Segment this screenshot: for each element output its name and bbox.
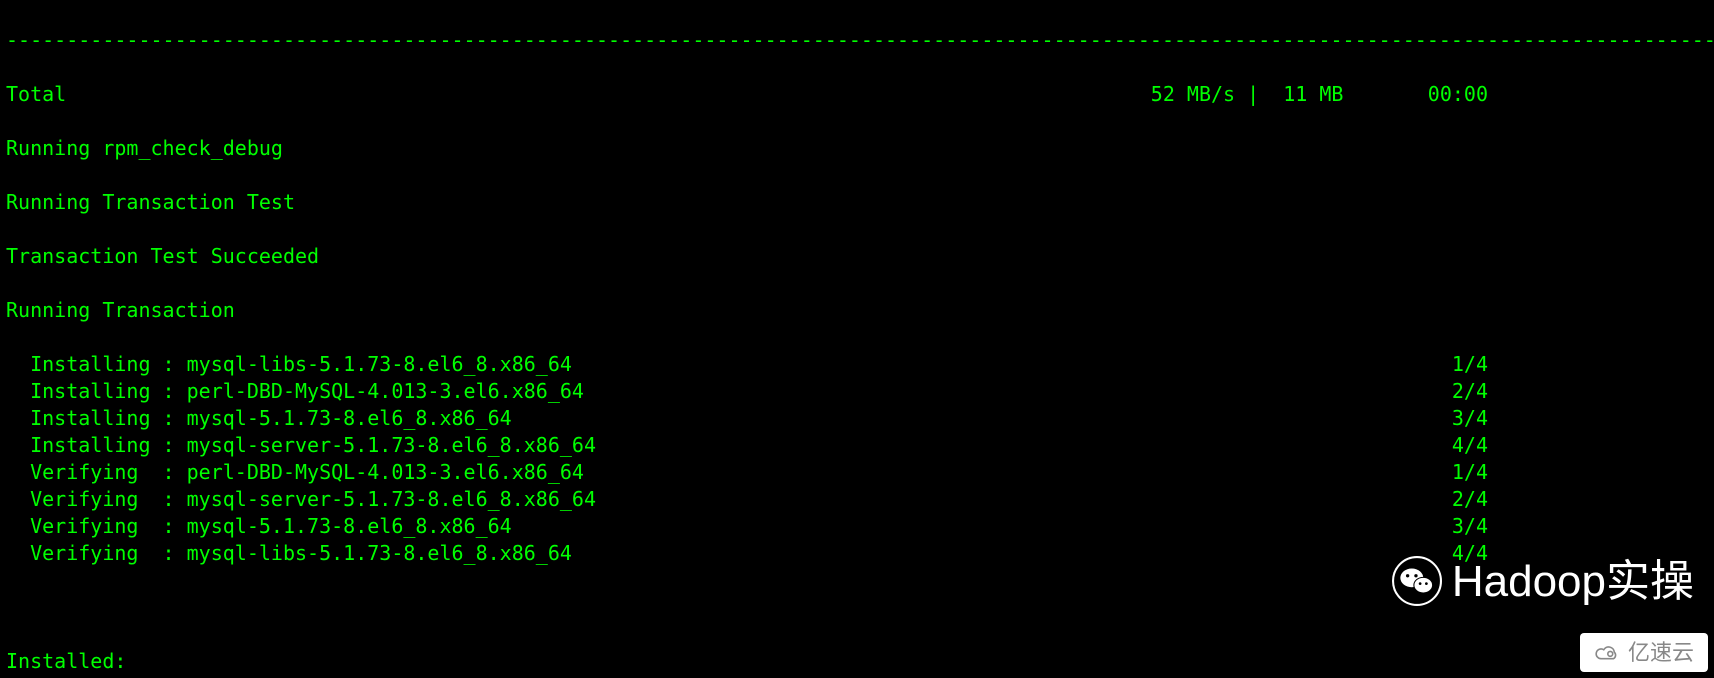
total-stats: 52 MB/s | 11 MB 00:00 bbox=[1151, 81, 1708, 108]
step-left: Verifying : mysql-server-5.1.73-8.el6_8.… bbox=[6, 486, 596, 513]
wechat-icon bbox=[1392, 556, 1442, 606]
yisu-logo: 亿速云 bbox=[1580, 633, 1708, 672]
transaction-step: Verifying : mysql-5.1.73-8.el6_8.x86_64 3… bbox=[6, 513, 1708, 540]
step-count: 4/4 bbox=[1452, 432, 1708, 459]
status-line: Running Transaction Test bbox=[6, 189, 1708, 216]
step-left: Verifying : mysql-5.1.73-8.el6_8.x86_64 bbox=[6, 513, 512, 540]
cloud-icon bbox=[1594, 640, 1620, 666]
step-count: 1/4 bbox=[1452, 459, 1708, 486]
yisu-text: 亿速云 bbox=[1628, 639, 1694, 666]
transaction-step: Installing : mysql-libs-5.1.73-8.el6_8.x… bbox=[6, 351, 1708, 378]
step-left: Installing : mysql-libs-5.1.73-8.el6_8.x… bbox=[6, 351, 572, 378]
step-left: Installing : perl-DBD-MySQL-4.013-3.el6.… bbox=[6, 378, 584, 405]
step-count: 3/4 bbox=[1452, 513, 1708, 540]
transaction-step: Installing : perl-DBD-MySQL-4.013-3.el6.… bbox=[6, 378, 1708, 405]
step-count: 1/4 bbox=[1452, 351, 1708, 378]
total-label: Total bbox=[6, 81, 66, 108]
status-line: Running rpm_check_debug bbox=[6, 135, 1708, 162]
transaction-step: Installing : mysql-5.1.73-8.el6_8.x86_64… bbox=[6, 405, 1708, 432]
installed-header: Installed: bbox=[6, 648, 1708, 675]
transaction-step: Verifying : mysql-server-5.1.73-8.el6_8.… bbox=[6, 486, 1708, 513]
step-count: 2/4 bbox=[1452, 486, 1708, 513]
step-count: 2/4 bbox=[1452, 378, 1708, 405]
status-line: Transaction Test Succeeded bbox=[6, 243, 1708, 270]
step-left: Verifying : mysql-libs-5.1.73-8.el6_8.x8… bbox=[6, 540, 572, 567]
total-row: Total 52 MB/s | 11 MB 00:00 bbox=[6, 81, 1708, 108]
wechat-watermark: Hadoop实操 bbox=[1392, 556, 1694, 606]
divider-line: ----------------------------------------… bbox=[6, 27, 1708, 54]
status-line: Running Transaction bbox=[6, 297, 1708, 324]
step-left: Installing : mysql-5.1.73-8.el6_8.x86_64 bbox=[6, 405, 512, 432]
watermark-text: Hadoop实操 bbox=[1452, 568, 1694, 595]
step-left: Installing : mysql-server-5.1.73-8.el6_8… bbox=[6, 432, 596, 459]
step-left: Verifying : perl-DBD-MySQL-4.013-3.el6.x… bbox=[6, 459, 584, 486]
transaction-step: Verifying : perl-DBD-MySQL-4.013-3.el6.x… bbox=[6, 459, 1708, 486]
transaction-step: Installing : mysql-server-5.1.73-8.el6_8… bbox=[6, 432, 1708, 459]
step-count: 3/4 bbox=[1452, 405, 1708, 432]
